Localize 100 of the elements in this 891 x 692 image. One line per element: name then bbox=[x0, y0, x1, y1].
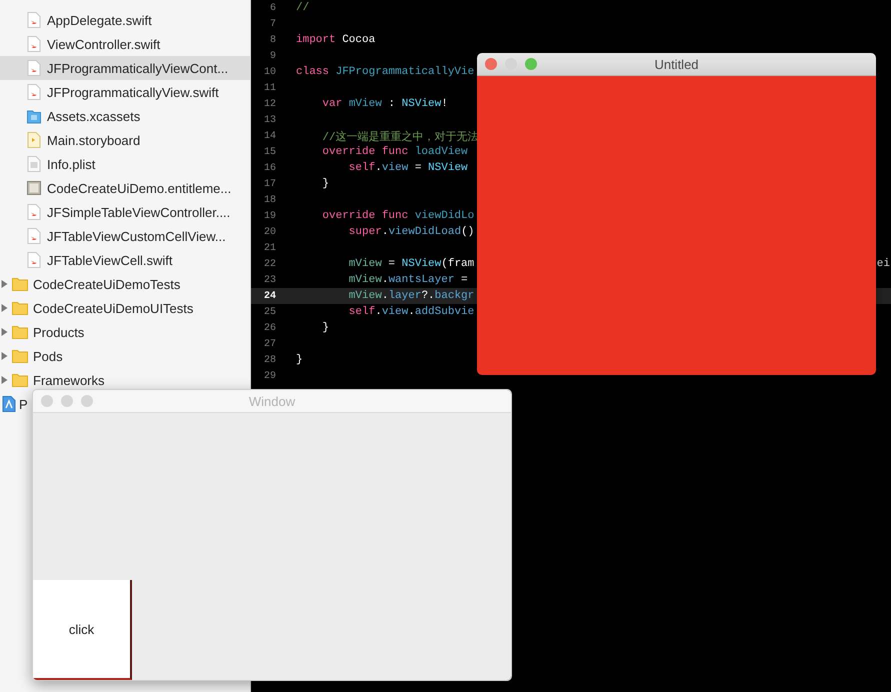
storyboard-file-icon bbox=[27, 132, 41, 148]
line-number: 13 bbox=[262, 114, 276, 126]
code-line: override func loadView bbox=[321, 146, 468, 158]
line-number: 6 bbox=[268, 2, 276, 14]
file-name: JFProgrammaticallyView.swift bbox=[47, 84, 219, 100]
line-number: 17 bbox=[262, 178, 276, 190]
project-item[interactable]: P bbox=[0, 392, 28, 416]
code-line: mView = NSView(fram bbox=[348, 258, 474, 270]
file-item[interactable]: JFTableViewCustomCellView... bbox=[0, 224, 250, 248]
line-number: 16 bbox=[262, 162, 276, 174]
code-line: // bbox=[296, 2, 310, 14]
close-button[interactable] bbox=[485, 58, 497, 70]
minimize-button[interactable] bbox=[61, 395, 73, 407]
click-button[interactable]: click bbox=[33, 580, 132, 680]
folder-icon bbox=[12, 301, 28, 315]
group-item[interactable]: CodeCreateUiDemoTests bbox=[0, 272, 250, 296]
close-button[interactable] bbox=[41, 395, 53, 407]
code-line: var mView : NSView! bbox=[321, 98, 448, 110]
disclosure-triangle-icon[interactable] bbox=[1, 376, 8, 384]
file-name: JFTableViewCell.swift bbox=[47, 252, 172, 268]
line-number: 20 bbox=[262, 226, 276, 238]
swift-file-icon bbox=[27, 12, 41, 28]
code-line: } bbox=[321, 322, 330, 334]
project-name: P bbox=[19, 396, 28, 412]
code-line: ei bbox=[876, 258, 891, 270]
line-number: 7 bbox=[268, 18, 276, 30]
group-name: Frameworks bbox=[33, 372, 105, 388]
line-number: 12 bbox=[262, 98, 276, 110]
code-line: import Cocoa bbox=[296, 34, 376, 46]
file-name: CodeCreateUiDemo.entitleme... bbox=[47, 180, 232, 196]
group-name: CodeCreateUiDemoUITests bbox=[33, 300, 194, 316]
swift-file-icon bbox=[27, 252, 41, 268]
group-name: Products bbox=[33, 324, 84, 340]
file-name: Assets.xcassets bbox=[47, 108, 140, 124]
code-line: super.viewDidLoad() bbox=[348, 226, 474, 238]
asset-folder-icon bbox=[27, 108, 41, 124]
swift-file-icon bbox=[27, 228, 41, 244]
line-number: 23 bbox=[262, 274, 276, 286]
line-number: 8 bbox=[268, 34, 276, 46]
code-line: mView.wantsLayer = bbox=[348, 274, 468, 286]
swift-file-icon bbox=[27, 36, 41, 52]
line-number: 28 bbox=[262, 354, 276, 366]
line-number: 14 bbox=[262, 130, 276, 142]
group-item[interactable]: CodeCreateUiDemoUITests bbox=[0, 296, 250, 320]
disclosure-triangle-icon[interactable] bbox=[1, 304, 8, 312]
file-name: Main.storyboard bbox=[47, 132, 140, 148]
group-name: Pods bbox=[33, 348, 63, 364]
disclosure-triangle-icon[interactable] bbox=[1, 328, 8, 336]
swift-file-icon bbox=[27, 204, 41, 220]
swift-file-icon bbox=[27, 84, 41, 100]
folder-icon bbox=[12, 349, 28, 363]
file-item[interactable]: CodeCreateUiDemo.entitleme... bbox=[0, 176, 250, 200]
zoom-button[interactable] bbox=[525, 58, 537, 70]
line-number: 25 bbox=[262, 306, 276, 318]
window-title: Untitled bbox=[654, 56, 699, 72]
file-item[interactable]: JFSimpleTableViewController.... bbox=[0, 200, 250, 224]
line-number: 24 bbox=[262, 290, 276, 302]
disclosure-triangle-icon[interactable] bbox=[1, 352, 8, 360]
line-number: 9 bbox=[268, 50, 276, 62]
file-item[interactable]: Assets.xcassets bbox=[0, 104, 250, 128]
file-item[interactable]: JFProgrammaticallyView.swift bbox=[0, 80, 250, 104]
file-item[interactable]: Info.plist bbox=[0, 152, 250, 176]
zoom-button[interactable] bbox=[81, 395, 93, 407]
group-item[interactable]: Frameworks bbox=[0, 368, 250, 392]
disclosure-triangle-icon[interactable] bbox=[1, 280, 8, 288]
code-line: self.view.addSubvie bbox=[348, 306, 474, 318]
line-number: 27 bbox=[262, 338, 276, 350]
group-item[interactable]: Products bbox=[0, 320, 250, 344]
folder-icon bbox=[12, 373, 28, 387]
code-line: } bbox=[296, 354, 303, 366]
file-item[interactable]: JFProgrammaticallyViewCont... bbox=[0, 56, 250, 80]
file-name: JFProgrammaticallyViewCont... bbox=[47, 60, 228, 76]
line-number: 15 bbox=[262, 146, 276, 158]
code-line: } bbox=[321, 178, 330, 190]
file-item[interactable]: Main.storyboard bbox=[0, 128, 250, 152]
line-number: 22 bbox=[262, 258, 276, 270]
window-title: Window bbox=[248, 394, 296, 408]
line-number: 21 bbox=[262, 242, 276, 254]
file-item[interactable]: AppDelegate.swift bbox=[0, 8, 250, 32]
line-number: 19 bbox=[262, 210, 276, 222]
line-number: 26 bbox=[262, 322, 276, 334]
code-line: class JFProgrammaticallyVie bbox=[296, 66, 474, 78]
folder-icon bbox=[12, 277, 28, 291]
file-name: ViewController.swift bbox=[47, 36, 160, 52]
file-item[interactable]: ViewController.swift bbox=[0, 32, 250, 56]
file-name: JFTableViewCustomCellView... bbox=[47, 228, 226, 244]
plist-file-icon bbox=[27, 156, 41, 172]
certificate-icon bbox=[27, 180, 41, 196]
folder-icon bbox=[12, 325, 28, 339]
file-name: Info.plist bbox=[47, 156, 96, 172]
file-item[interactable]: JFTableViewCell.swift bbox=[0, 248, 250, 272]
group-name: CodeCreateUiDemoTests bbox=[33, 276, 180, 292]
code-line: self.view = NSView bbox=[348, 162, 468, 174]
group-item[interactable]: Pods bbox=[0, 344, 250, 368]
line-number: 11 bbox=[262, 82, 276, 94]
file-name: JFSimpleTableViewController.... bbox=[47, 204, 230, 220]
line-number: 29 bbox=[262, 370, 276, 382]
code-line: override func viewDidLo bbox=[321, 210, 474, 222]
line-number: 18 bbox=[262, 194, 276, 206]
file-name: AppDelegate.swift bbox=[47, 12, 152, 28]
